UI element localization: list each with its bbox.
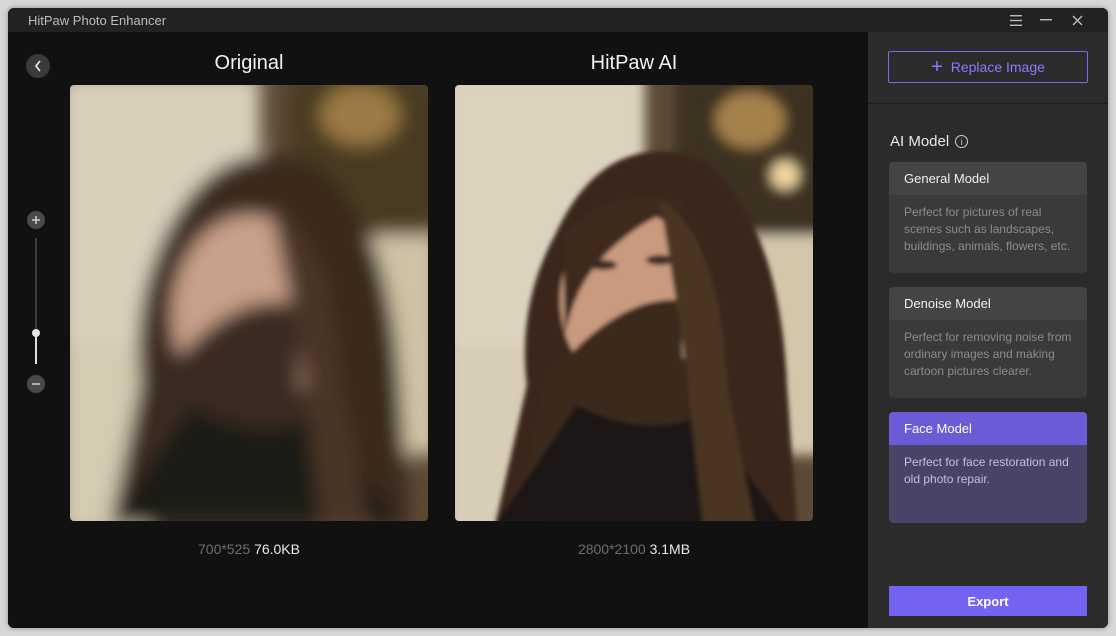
replace-image-button[interactable]: + Replace Image — [888, 51, 1088, 83]
model-card-general[interactable]: General Model Perfect for pictures of re… — [889, 162, 1087, 273]
original-dimensions: 700*525 — [198, 541, 251, 557]
model-card-face[interactable]: Face Model Perfect for face restoration … — [889, 412, 1087, 523]
title-bar: HitPaw Photo Enhancer — [8, 8, 1108, 32]
model-card-denoise[interactable]: Denoise Model Perfect for removing noise… — [889, 287, 1087, 398]
ai-model-heading: AI Model i — [890, 133, 969, 150]
preview-area: Original HitPaw AI 700*525 76.0KB 2800*2… — [8, 32, 868, 628]
close-icon[interactable] — [1067, 10, 1087, 30]
ai-model-heading-label: AI Model — [890, 133, 950, 150]
minimize-icon[interactable] — [1036, 10, 1056, 30]
model-card-description: Perfect for removing noise from ordinary… — [904, 330, 1072, 378]
app-window: HitPaw Photo Enhancer Original HitPaw AI… — [8, 8, 1108, 628]
model-card-description: Perfect for face restoration and old pho… — [904, 455, 1069, 486]
zoom-slider-fill — [35, 332, 37, 364]
menu-icon[interactable] — [1006, 10, 1026, 30]
original-photo — [70, 85, 428, 521]
plus-icon: + — [931, 56, 943, 78]
minus-icon — [32, 383, 40, 385]
enhanced-photo — [455, 85, 813, 521]
zoom-control — [26, 210, 46, 393]
original-file-size: 76.0KB — [254, 541, 300, 557]
model-card-title: Denoise Model — [889, 287, 1087, 320]
app-title: HitPaw Photo Enhancer — [28, 13, 167, 28]
original-title: Original — [214, 52, 284, 74]
zoom-slider-thumb[interactable] — [32, 328, 40, 337]
sidebar: + Replace Image AI Model i General Model… — [868, 32, 1108, 628]
chevron-left-icon — [34, 60, 41, 72]
back-button[interactable] — [26, 54, 50, 78]
zoom-in-button[interactable] — [27, 211, 45, 229]
enhanced-file-size: 3.1MB — [649, 541, 691, 557]
sidebar-top: + Replace Image — [868, 32, 1108, 104]
model-card-title: General Model — [889, 162, 1087, 195]
enhanced-meta: 2800*2100 3.1MB — [455, 541, 813, 557]
enhanced-title: HitPaw AI — [590, 52, 678, 74]
model-card-description: Perfect for pictures of real scenes such… — [904, 205, 1071, 253]
zoom-out-button[interactable] — [27, 375, 45, 393]
model-card-title: Face Model — [889, 412, 1087, 445]
original-meta: 700*525 76.0KB — [70, 541, 428, 557]
info-icon[interactable]: i — [955, 135, 969, 148]
export-button[interactable]: Export — [889, 586, 1087, 616]
replace-image-label: Replace Image — [950, 59, 1045, 75]
plus-icon — [32, 216, 40, 224]
enhanced-dimensions: 2800*2100 — [577, 541, 646, 557]
